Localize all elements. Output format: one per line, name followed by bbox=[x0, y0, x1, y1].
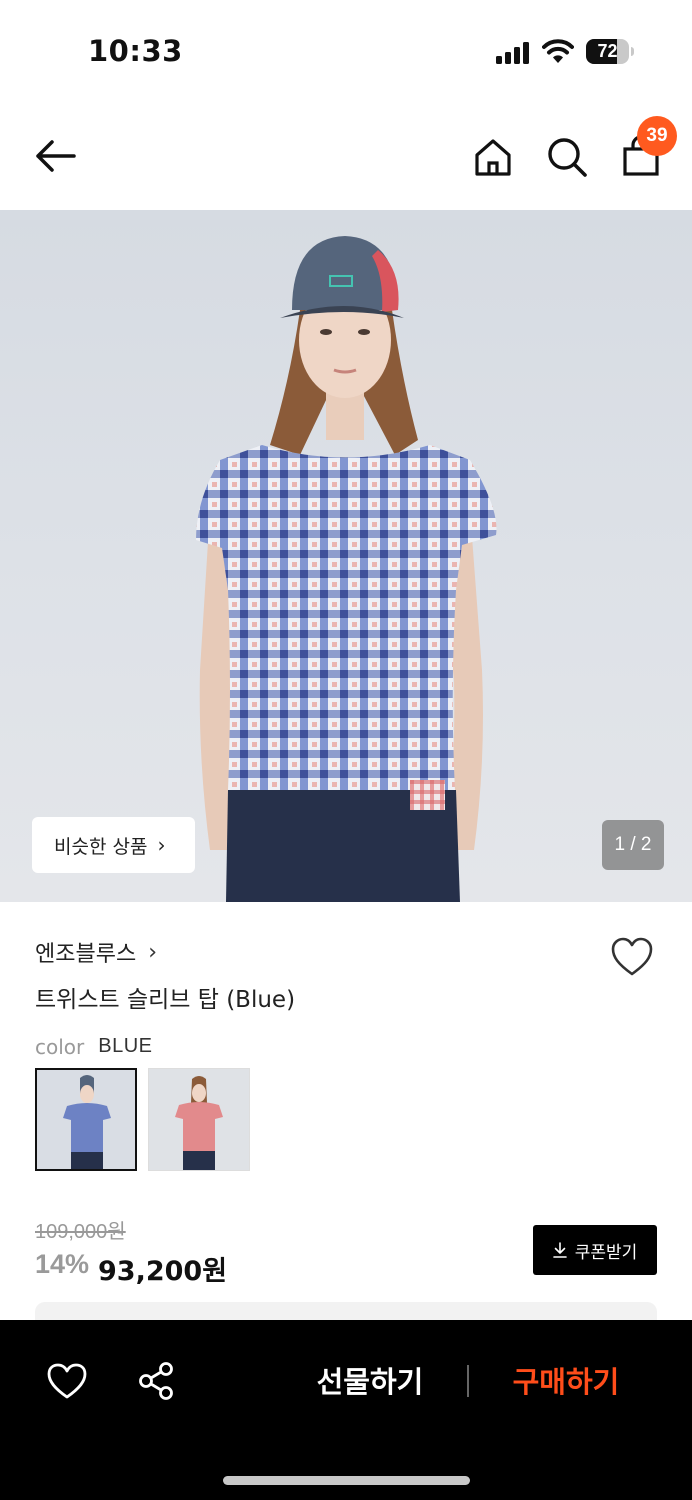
product-image[interactable] bbox=[0, 210, 692, 902]
share-icon[interactable] bbox=[136, 1360, 178, 1402]
status-time: 10:33 bbox=[88, 34, 183, 68]
discount-rate: 14% bbox=[35, 1249, 90, 1279]
brand-link[interactable]: 엔조블루스 › bbox=[35, 936, 157, 968]
download-icon bbox=[552, 1242, 567, 1258]
cart-count-badge: 39 bbox=[637, 116, 677, 156]
search-icon[interactable] bbox=[543, 133, 591, 181]
heart-icon[interactable] bbox=[46, 1362, 88, 1400]
chevron-right-icon: › bbox=[148, 939, 158, 965]
brand-name: 엔조블루스 bbox=[35, 942, 137, 967]
image-pager: 1 / 2 bbox=[602, 820, 664, 870]
sale-price: 93,200원 bbox=[98, 1256, 228, 1287]
heart-icon[interactable] bbox=[610, 936, 654, 978]
product-name: 트위스트 슬리브 탑 (Blue) bbox=[35, 987, 296, 1013]
chevron-right-icon: › bbox=[157, 833, 166, 857]
battery-percent: 72 bbox=[597, 41, 618, 61]
signal-icon bbox=[496, 42, 529, 64]
color-value: BLUE bbox=[98, 1035, 153, 1057]
buy-button[interactable]: 구매하기 bbox=[496, 1358, 636, 1406]
color-option: color BLUE bbox=[35, 1035, 153, 1059]
bottom-action-bar bbox=[0, 1320, 692, 1500]
home-indicator bbox=[223, 1476, 470, 1485]
original-price: 109,000원 bbox=[35, 1221, 126, 1243]
similar-products-label: 비슷한 상품 bbox=[54, 835, 148, 858]
coupon-download-button[interactable]: 쿠폰받기 bbox=[533, 1225, 657, 1275]
color-swatch-blue[interactable] bbox=[35, 1068, 137, 1171]
similar-products-button[interactable]: 비슷한 상품 › bbox=[32, 817, 195, 873]
wifi-icon bbox=[542, 39, 574, 63]
home-icon[interactable] bbox=[469, 133, 517, 181]
model-photo bbox=[196, 236, 497, 902]
color-label: color bbox=[35, 1035, 85, 1059]
status-bar: 10:33 72 bbox=[0, 0, 692, 100]
back-arrow-icon[interactable] bbox=[30, 136, 82, 176]
color-swatch-red[interactable] bbox=[148, 1068, 250, 1171]
gift-button[interactable]: 선물하기 bbox=[300, 1358, 440, 1406]
divider bbox=[467, 1365, 469, 1397]
battery-icon: 72 bbox=[586, 39, 634, 64]
coupon-label: 쿠폰받기 bbox=[574, 1242, 638, 1263]
